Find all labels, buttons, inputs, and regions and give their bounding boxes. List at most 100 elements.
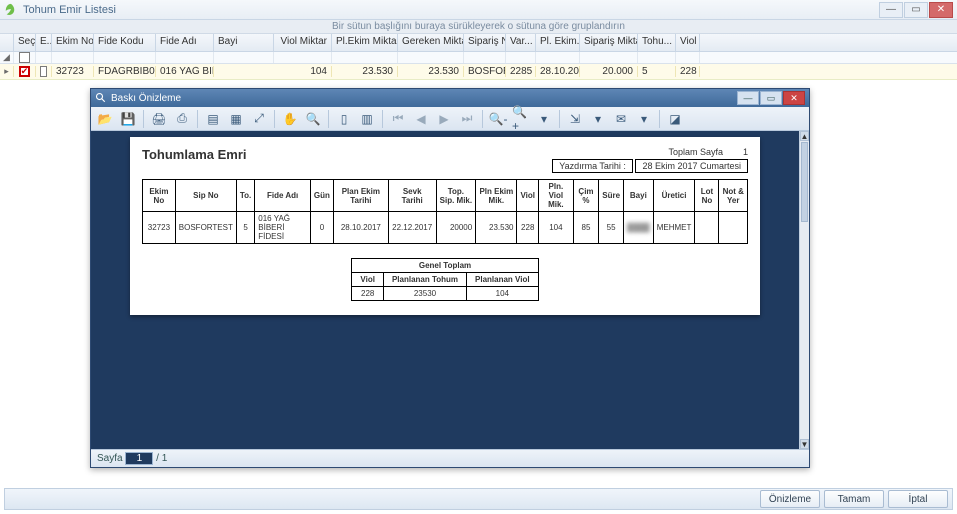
filter-checkbox[interactable] [19, 52, 30, 63]
report-header-row: Ekim No Sip No To. Fide Adı Gün Plan Eki… [143, 180, 748, 212]
preview-button[interactable]: Önizleme [760, 490, 820, 508]
grid-data-row[interactable]: ▸ ✔ 32723 FDAGRBIB0001 016 YAĞ BİBERİ Fİ… [0, 64, 957, 80]
rc-fide-adi: 016 YAĞ BİBERİ FİDESİ [255, 212, 311, 244]
hand-tool-icon[interactable]: ✋ [280, 109, 300, 129]
multi-page-icon[interactable]: ▥ [357, 109, 377, 129]
rc-ekim-no: 32723 [143, 212, 176, 244]
preview-minimize-button[interactable]: — [737, 91, 759, 105]
page-setup-icon[interactable]: ▤ [203, 109, 223, 129]
col-e[interactable]: E... [36, 34, 52, 51]
rh-viol: Viol [517, 180, 539, 212]
rc-top-sip-mik: 20000 [436, 212, 476, 244]
rh-bayi: Bayi [624, 180, 654, 212]
cell-tohu: 5 [638, 66, 676, 77]
row-checkbox[interactable]: ✔ [19, 66, 30, 77]
zoom-dropdown-icon[interactable]: ▾ [534, 109, 554, 129]
col-viol-miktar[interactable]: Viol Miktar [274, 34, 332, 51]
row-checkbox-2[interactable] [40, 66, 47, 77]
watermark-icon[interactable]: ◪ [665, 109, 685, 129]
rc-plan-ekim-tarihi: 28.10.2017 [333, 212, 388, 244]
first-page-icon[interactable]: ⏮ [388, 109, 408, 129]
header-footer-icon[interactable]: ▦ [226, 109, 246, 129]
close-button[interactable]: ✕ [929, 2, 953, 18]
preview-body: Tohumlama Emri Toplam Sayfa 1 Yazdırma T… [91, 131, 799, 449]
one-page-icon[interactable]: ▯ [334, 109, 354, 129]
grid-filter-row[interactable]: ◢ [0, 52, 957, 64]
cell-pl-ekim: 28.10.20... [536, 66, 580, 77]
print-icon[interactable]: 🖨 [149, 109, 169, 129]
window-controls: — ▭ ✕ [879, 2, 953, 18]
preview-titlebar[interactable]: Baskı Önizleme — ▭ ✕ [91, 89, 809, 107]
rh-plan-ekim-tarihi: Plan Ekim Tarihi [333, 180, 388, 212]
col-siparis-miktari[interactable]: Sipariş Miktarı [580, 34, 638, 51]
report-page: Tohumlama Emri Toplam Sayfa 1 Yazdırma T… [130, 137, 760, 315]
print-date: 28 Ekim 2017 Cumartesi [635, 159, 748, 173]
rc-bayi: ████ [624, 212, 654, 244]
rh-pln-ekim-mik: Pln Ekim Mik. [476, 180, 517, 212]
cell-siparis-no: BOSFORTEST [464, 66, 506, 77]
next-page-icon[interactable]: ▶ [434, 109, 454, 129]
last-page-icon[interactable]: ⏭ [457, 109, 477, 129]
cell-fide-adi: 016 YAĞ BİBERİ Fİ... [156, 66, 214, 77]
rc-to: 5 [236, 212, 254, 244]
cancel-button[interactable]: İptal [888, 490, 948, 508]
scroll-thumb[interactable] [801, 142, 808, 222]
page-input[interactable] [125, 452, 153, 465]
email-icon[interactable]: ✉ [611, 109, 631, 129]
rc-cim-pct: 85 [573, 212, 599, 244]
rc-sip-no: BOSFORTEST [175, 212, 236, 244]
group-hint-strip: Bir sütun başlığını buraya sürükleyerek … [0, 20, 957, 34]
zoom-in-icon[interactable]: 🔍+ [511, 109, 531, 129]
print-preview-window: Baskı Önizleme — ▭ ✕ 📂 💾 🖨 ⎙ ▤ ▦ ⤢ ✋ 🔍 ▯… [90, 88, 810, 468]
zoom-out-icon[interactable]: 🔍- [488, 109, 508, 129]
col-siparis-no[interactable]: Sipariş No [464, 34, 506, 51]
report-title: Tohumlama Emri [142, 147, 247, 162]
bottom-bar: Önizleme Tamam İptal [4, 488, 953, 510]
scale-icon[interactable]: ⤢ [249, 109, 269, 129]
col-var[interactable]: Var... [506, 34, 536, 51]
rh-sip-no: Sip No [175, 180, 236, 212]
col-viol2[interactable]: Viol [676, 34, 700, 51]
cell-siparis-miktari: 20.000 [580, 66, 638, 77]
preview-scrollbar[interactable]: ▲ ▼ [799, 131, 809, 449]
summary-h3: Planlanan Viol [467, 273, 539, 287]
rc-pln-viol-mik: 104 [539, 212, 574, 244]
summary-v1: 228 [352, 287, 384, 301]
summary-table: Genel Toplam Viol Planlanan Tohum Planla… [351, 258, 538, 301]
export-dropdown-icon[interactable]: ▾ [588, 109, 608, 129]
rc-viol: 228 [517, 212, 539, 244]
rh-lot-no: Lot No [695, 180, 719, 212]
email-dropdown-icon[interactable]: ▾ [634, 109, 654, 129]
col-pl-ekim[interactable]: Pl. Ekim... [536, 34, 580, 51]
preview-title: Baskı Önizleme [111, 93, 737, 104]
rc-pln-ekim-mik: 23.530 [476, 212, 517, 244]
magnifier-icon[interactable]: 🔍 [303, 109, 323, 129]
save-icon[interactable]: 💾 [118, 109, 138, 129]
col-tohu[interactable]: Tohu... [638, 34, 676, 51]
rh-uretici: Üretici [653, 180, 695, 212]
quick-print-icon[interactable]: ⎙ [172, 109, 192, 129]
summary-v3: 104 [467, 287, 539, 301]
open-icon[interactable]: 📂 [95, 109, 115, 129]
col-fide-kodu[interactable]: Fide Kodu [94, 34, 156, 51]
page-total: / 1 [156, 453, 167, 464]
preview-close-button[interactable]: ✕ [783, 91, 805, 105]
col-sec[interactable]: Seç [14, 34, 36, 51]
preview-maximize-button[interactable]: ▭ [760, 91, 782, 105]
col-pl-ekim-miktari[interactable]: Pl.Ekim Miktarı [332, 34, 398, 51]
col-gereken-miktar[interactable]: Gereken Miktar [398, 34, 464, 51]
rh-fide-adi: Fide Adı [255, 180, 311, 212]
ok-button[interactable]: Tamam [824, 490, 884, 508]
scroll-up-icon[interactable]: ▲ [800, 131, 809, 141]
rh-gun: Gün [310, 180, 333, 212]
scroll-down-icon[interactable]: ▼ [800, 439, 809, 449]
app-icon [4, 3, 18, 17]
col-fide-adi[interactable]: Fide Adı [156, 34, 214, 51]
col-ekim-no[interactable]: Ekim No [52, 34, 94, 51]
maximize-button[interactable]: ▭ [904, 2, 928, 18]
minimize-button[interactable]: — [879, 2, 903, 18]
col-bayi[interactable]: Bayi [214, 34, 274, 51]
prev-page-icon[interactable]: ◀ [411, 109, 431, 129]
export-icon[interactable]: ⇲ [565, 109, 585, 129]
page-label: Sayfa [97, 453, 123, 464]
